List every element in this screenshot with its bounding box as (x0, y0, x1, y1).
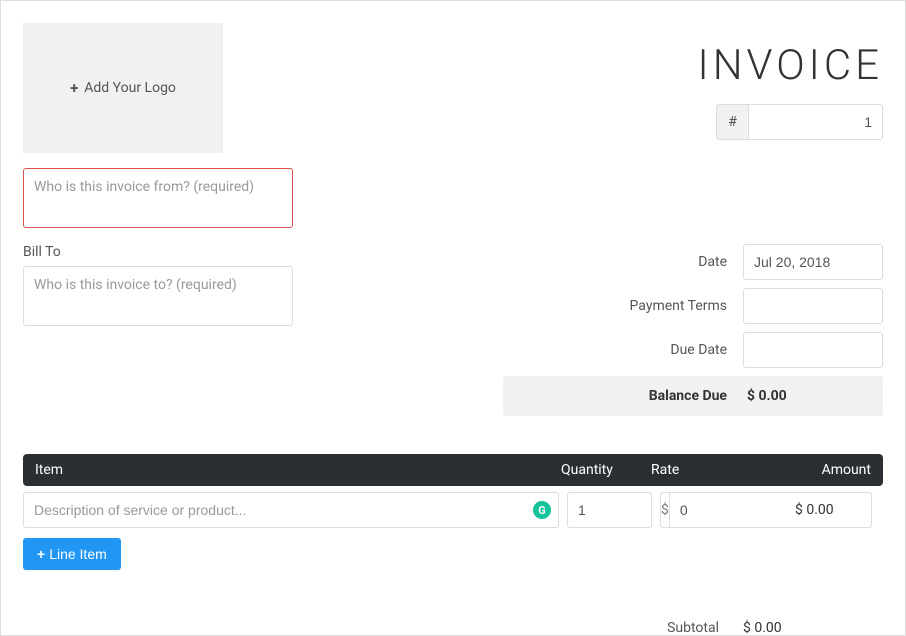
add-line-label: Line Item (49, 546, 107, 562)
from-block (23, 168, 883, 232)
item-desc-wrap: G (23, 492, 559, 528)
date-label: Date (503, 254, 727, 270)
add-logo-button[interactable]: + Add Your Logo (23, 23, 223, 153)
terms-input[interactable] (743, 288, 883, 324)
invoice-number-group: # (716, 104, 883, 140)
add-logo-label: Add Your Logo (84, 80, 176, 96)
due-label: Due Date (503, 342, 727, 358)
col-amount-header: Amount (771, 462, 871, 478)
rate-group: $ (660, 492, 775, 528)
subtotal-label: Subtotal (619, 620, 719, 636)
bill-to-block: Bill To (23, 244, 293, 330)
bill-to-input[interactable] (23, 266, 293, 326)
meta-block: Date Payment Terms Due Date Balance Due … (503, 244, 883, 416)
grammarly-icon: G (533, 501, 551, 519)
items-table: Item Quantity Rate Amount G $ $ 0.00 + L… (23, 454, 883, 570)
table-header: Item Quantity Rate Amount (23, 454, 883, 486)
invoice-number-prefix: # (716, 104, 748, 140)
col-qty-header: Quantity (561, 462, 651, 478)
invoice-title: INVOICE (698, 41, 884, 90)
quantity-input[interactable] (567, 492, 652, 528)
terms-label: Payment Terms (503, 298, 727, 314)
top-row: + Add Your Logo INVOICE # (23, 23, 883, 153)
balance-row: Balance Due $ 0.00 (503, 376, 883, 416)
subtotal-value: $ 0.00 (743, 620, 883, 636)
plus-icon: + (70, 79, 78, 97)
subtotal-row: Subtotal $ 0.00 (23, 620, 883, 636)
invoice-page: + Add Your Logo INVOICE # Bill To Date P… (0, 0, 906, 636)
amount-value: $ 0.00 (783, 502, 883, 518)
item-description-input[interactable] (23, 492, 559, 528)
mid-row: Bill To Date Payment Terms Due Date Bala… (23, 244, 883, 416)
rate-currency-label: $ (660, 492, 669, 528)
date-input[interactable] (743, 244, 883, 280)
terms-row: Payment Terms (503, 288, 883, 324)
col-item-header: Item (35, 462, 561, 478)
due-row: Due Date (503, 332, 883, 368)
balance-label: Balance Due (519, 388, 727, 404)
due-input[interactable] (743, 332, 883, 368)
bill-to-label: Bill To (23, 244, 293, 260)
totals-block: Subtotal $ 0.00 Tax % ▾ + Discount + Shi… (23, 620, 883, 636)
from-input[interactable] (23, 168, 293, 228)
date-row: Date (503, 244, 883, 280)
plus-icon: + (37, 546, 45, 562)
col-rate-header: Rate (651, 462, 771, 478)
invoice-number-input[interactable] (748, 104, 883, 140)
table-row: G $ $ 0.00 (23, 486, 883, 534)
balance-value: $ 0.00 (747, 388, 867, 404)
header-right: INVOICE # (698, 23, 884, 140)
add-line-item-button[interactable]: + Line Item (23, 538, 121, 570)
